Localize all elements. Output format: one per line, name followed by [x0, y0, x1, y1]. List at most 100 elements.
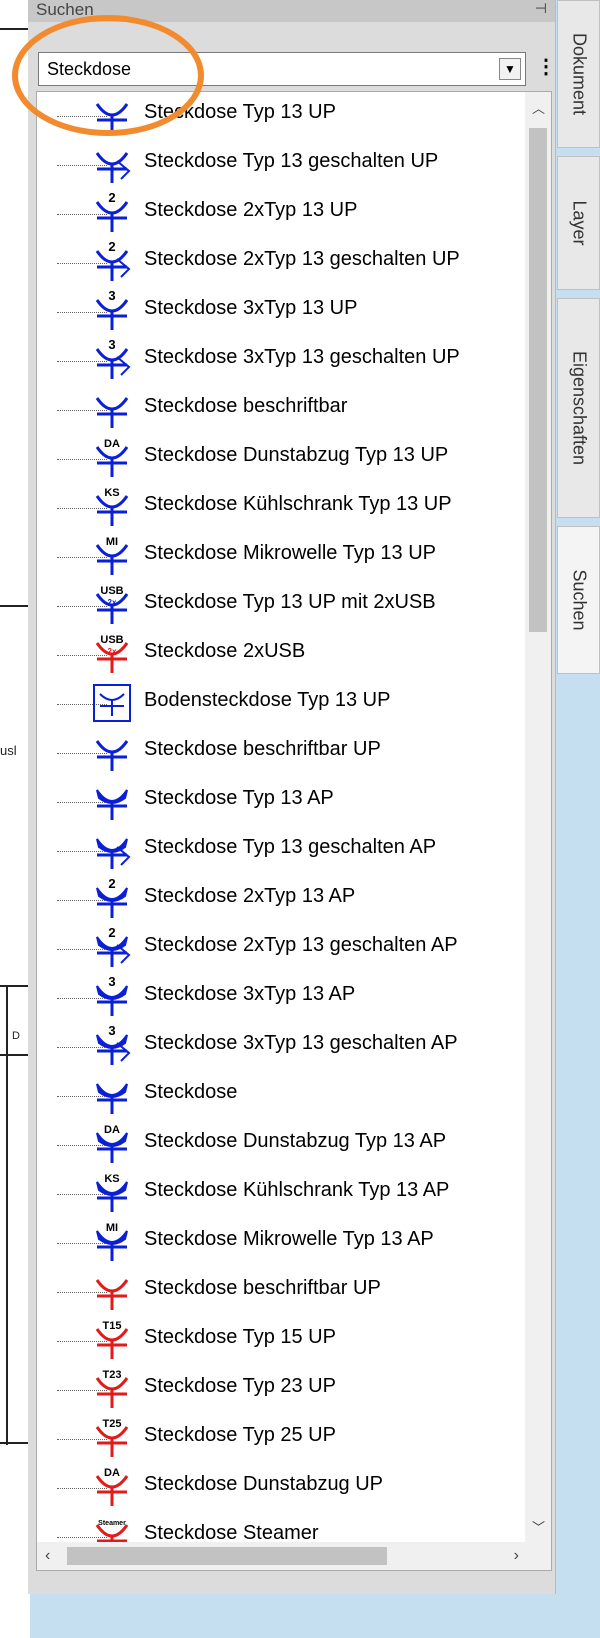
- list-item[interactable]: T25 Steckdose Typ 25 UP: [37, 1415, 527, 1461]
- list-item[interactable]: 2 Steckdose 2xTyp 13 geschalten UP: [37, 239, 527, 285]
- svg-text:3: 3: [108, 976, 115, 989]
- socket-type13-switched-up-icon: [95, 152, 131, 183]
- list-item-label: Steckdose Typ 13 AP: [144, 787, 334, 809]
- list-item[interactable]: T15 Steckdose Typ 15 UP: [37, 1317, 527, 1363]
- list-item-label: Steckdose Typ 15 UP: [144, 1326, 336, 1348]
- list-item[interactable]: Steckdose Typ 13 AP: [37, 778, 527, 824]
- list-item-label: Steckdose 3xTyp 13 AP: [144, 983, 356, 1005]
- pin-icon[interactable]: ⊣: [535, 0, 547, 17]
- socket-ap-icon: [96, 1083, 128, 1114]
- list-item[interactable]: DA Steckdose Dunstabzug Typ 13 AP: [37, 1121, 527, 1167]
- background-document: usl D: [0, 0, 30, 1638]
- list-item[interactable]: DA Steckdose Dunstabzug Typ 13 UP: [37, 435, 527, 481]
- svg-text:USB: USB: [100, 585, 123, 597]
- socket-2x-type13-up-icon: 2: [95, 192, 129, 232]
- socket-3x-type13-switched-up-icon: 3: [95, 339, 131, 379]
- vertical-scroll-thumb[interactable]: [529, 128, 547, 632]
- list-item[interactable]: 2 Steckdose 2xTyp 13 AP: [37, 876, 527, 922]
- list-item-label: Steckdose Dunstabzug Typ 13 UP: [144, 444, 449, 466]
- list-item[interactable]: Steckdose Typ 13 geschalten AP: [37, 827, 527, 873]
- socket-extractor-hood-ap-icon: DA: [96, 1124, 128, 1163]
- list-item-label: Steckdose Mikrowelle Typ 13 UP: [144, 542, 436, 564]
- socket-extractor-hood-red-icon: DA: [95, 1467, 129, 1506]
- list-item-label: Steckdose beschriftbar UP: [144, 1277, 381, 1299]
- list-item-label: Steckdose Dunstabzug UP: [144, 1473, 384, 1495]
- list-item-label: Steckdose Typ 25 UP: [144, 1424, 336, 1446]
- horizontal-scrollbar[interactable]: ‹ ›: [37, 1542, 527, 1570]
- list-item[interactable]: KS Steckdose Kühlschrank Typ 13 AP: [37, 1170, 527, 1216]
- list-item-label: Steckdose Typ 13 geschalten AP: [144, 836, 437, 858]
- socket-usb-icon: USB2x: [95, 634, 129, 673]
- socket-labelable-up-icon: [95, 740, 129, 771]
- tab-suchen[interactable]: Suchen: [557, 526, 600, 674]
- search-value: Steckdose: [47, 59, 132, 79]
- chevron-down-icon[interactable]: ▼: [499, 58, 521, 80]
- list-item[interactable]: Bodensteckdose Typ 13 UP: [37, 680, 527, 726]
- svg-text:2: 2: [108, 241, 115, 254]
- socket-type13-switched-ap-icon: [96, 838, 131, 869]
- socket-type23-up-icon: T23: [95, 1369, 129, 1408]
- list-item[interactable]: Steckdose Typ 13 UP: [37, 92, 527, 138]
- background-line: [6, 985, 8, 1445]
- list-item[interactable]: MI Steckdose Mikrowelle Typ 13 AP: [37, 1219, 527, 1265]
- svg-text:MI: MI: [106, 536, 118, 548]
- list-item-label: Steckdose Kühlschrank Typ 13 UP: [144, 493, 452, 515]
- floor-socket-icon: [93, 684, 131, 722]
- tab-dokument[interactable]: Dokument: [557, 0, 600, 148]
- list-item-label: Steckdose 2xTyp 13 geschalten AP: [144, 934, 458, 956]
- socket-type13-usb-icon: USB2x: [95, 585, 129, 624]
- tab-label: Suchen: [569, 569, 589, 631]
- list-item[interactable]: T23 Steckdose Typ 23 UP: [37, 1366, 527, 1412]
- list-item[interactable]: Steckdose Typ 13 geschalten UP: [37, 141, 527, 187]
- list-item[interactable]: USB 2x Steckdose Typ 13 UP mit 2xUSB: [37, 582, 527, 628]
- background-text: usl: [0, 743, 17, 758]
- search-combobox[interactable]: Steckdose ▼: [38, 52, 526, 86]
- list-item[interactable]: 3 Steckdose 3xTyp 13 AP: [37, 974, 527, 1020]
- list-item[interactable]: Steckdose: [37, 1072, 527, 1118]
- scroll-right-icon[interactable]: ›: [514, 1547, 519, 1565]
- tab-layer[interactable]: Layer: [557, 156, 600, 290]
- svg-text:DA: DA: [104, 1124, 120, 1136]
- list-item-label: Bodensteckdose Typ 13 UP: [144, 689, 391, 711]
- horizontal-scroll-thumb[interactable]: [67, 1547, 387, 1565]
- list-item-label: Steckdose 2xUSB: [144, 640, 306, 662]
- list-item[interactable]: 3 Steckdose 3xTyp 13 UP: [37, 288, 527, 334]
- scroll-up-icon[interactable]: ︿: [532, 98, 545, 117]
- scroll-left-icon[interactable]: ‹: [45, 1547, 50, 1565]
- list-item[interactable]: 2 Steckdose 2xTyp 13 UP: [37, 190, 527, 236]
- list-item-label: Steckdose Typ 23 UP: [144, 1375, 336, 1397]
- vertical-scrollbar[interactable]: ︿ ﹀: [525, 92, 551, 1542]
- list-item[interactable]: 3 Steckdose 3xTyp 13 geschalten AP: [37, 1023, 527, 1069]
- list-item[interactable]: USB 2x Steckdose 2xUSB: [37, 631, 527, 677]
- socket-type13-ap-icon: [96, 789, 128, 820]
- background-line: [0, 605, 30, 607]
- svg-text:KS: KS: [104, 1173, 119, 1185]
- socket-microwave-ap-icon: MI: [96, 1222, 128, 1261]
- list-item[interactable]: 3 Steckdose 3xTyp 13 geschalten UP: [37, 337, 527, 383]
- svg-text:2x: 2x: [108, 598, 117, 607]
- socket-labelable-up-red-icon: [95, 1279, 129, 1310]
- list-item-label: Steckdose 2xTyp 13 geschalten UP: [144, 248, 460, 270]
- list-item[interactable]: Steckdose beschriftbar: [37, 386, 527, 432]
- list-item[interactable]: DA Steckdose Dunstabzug UP: [37, 1464, 527, 1510]
- socket-fridge-up-icon: KS: [95, 487, 129, 526]
- list-item-label: Steckdose Mikrowelle Typ 13 AP: [144, 1228, 434, 1250]
- svg-text:2: 2: [108, 192, 115, 205]
- svg-text:Steamer: Steamer: [98, 1520, 126, 1527]
- list-item[interactable]: MI Steckdose Mikrowelle Typ 13 UP: [37, 533, 527, 579]
- panel-header: Suchen ⊣: [28, 0, 555, 22]
- list-item[interactable]: 2 Steckdose 2xTyp 13 geschalten AP: [37, 925, 527, 971]
- list-item[interactable]: Steckdose beschriftbar UP: [37, 729, 527, 775]
- tab-eigenschaften[interactable]: Eigenschaften: [557, 298, 600, 518]
- list-item[interactable]: Steckdose beschriftbar UP: [37, 1268, 527, 1314]
- background-line: [0, 1442, 30, 1444]
- kebab-icon[interactable]: ⋮: [536, 54, 556, 79]
- list-item[interactable]: KS Steckdose Kühlschrank Typ 13 UP: [37, 484, 527, 530]
- background-line: [0, 985, 30, 987]
- search-panel: Suchen ⊣ Steckdose ▼ ⋮ Steckdose Typ 13 …: [28, 0, 556, 1594]
- scroll-down-icon[interactable]: ﹀: [532, 1517, 545, 1536]
- svg-text:2x: 2x: [108, 647, 117, 656]
- tab-label: Dokument: [569, 32, 589, 116]
- svg-text:T23: T23: [103, 1369, 122, 1381]
- svg-text:3: 3: [108, 1025, 115, 1038]
